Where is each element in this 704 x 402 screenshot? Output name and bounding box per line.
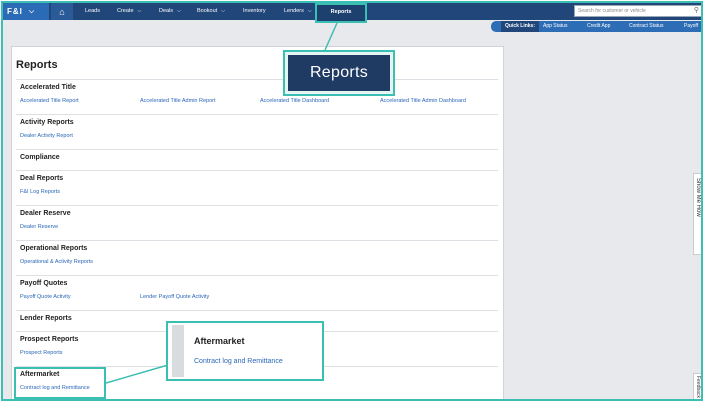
callout-strip — [172, 325, 184, 377]
app-window: F&I ⌵ ⌂ Leads Create ⌵ Deals ⌵ Bookout ⌵ In… — [1, 1, 703, 401]
callout-section-title: Aftermarket — [194, 336, 245, 346]
aftermarket-zoom-callout: Aftermarket Contract log and Remittance — [166, 321, 324, 381]
connector-line — [324, 22, 338, 51]
callout-title: Reports — [288, 55, 390, 91]
connector-line — [105, 364, 169, 384]
callout-link[interactable]: Contract log and Remittance — [194, 358, 283, 365]
show-me-how-tab[interactable]: Show Me How — [693, 173, 701, 255]
feedback-tab[interactable]: Feedback — [693, 373, 701, 399]
reports-zoom-callout: Reports — [283, 50, 395, 96]
